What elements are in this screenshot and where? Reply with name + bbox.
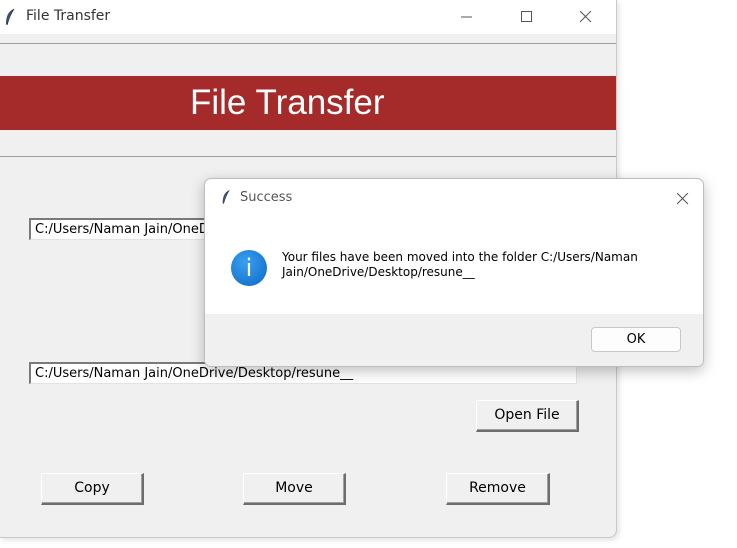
maximize-icon xyxy=(521,11,532,22)
source-path-input[interactable]: C:/Users/Naman Jain/OneDrive/Desktop xyxy=(29,218,229,240)
move-button[interactable]: Move xyxy=(243,473,346,505)
feather-icon xyxy=(222,190,230,204)
dialog-footer: OK xyxy=(205,314,703,366)
open-file-button[interactable]: Open File xyxy=(476,400,579,432)
minimize-button[interactable] xyxy=(444,0,490,34)
window-title: File Transfer xyxy=(26,8,111,24)
header-divider xyxy=(0,156,616,157)
minimize-icon xyxy=(461,16,472,18)
header-banner: File Transfer xyxy=(0,76,616,130)
ok-button[interactable]: OK xyxy=(591,327,681,352)
copy-button[interactable]: Copy xyxy=(41,473,144,505)
dialog-close-button[interactable] xyxy=(669,185,697,213)
info-icon: i xyxy=(231,250,267,286)
dialog-title: Success xyxy=(240,190,293,205)
close-button[interactable] xyxy=(563,0,609,34)
window-titlebar[interactable]: File Transfer xyxy=(0,0,616,34)
top-divider xyxy=(0,43,616,44)
feather-icon xyxy=(6,8,15,26)
dialog-message: Your files have been moved into the fold… xyxy=(282,250,638,279)
close-icon xyxy=(677,193,689,205)
close-icon xyxy=(580,11,592,23)
remove-button[interactable]: Remove xyxy=(446,473,550,505)
success-dialog: Success i Your files have been moved int… xyxy=(204,178,704,367)
header-title: File Transfer xyxy=(190,83,385,122)
maximize-button[interactable] xyxy=(504,0,550,34)
